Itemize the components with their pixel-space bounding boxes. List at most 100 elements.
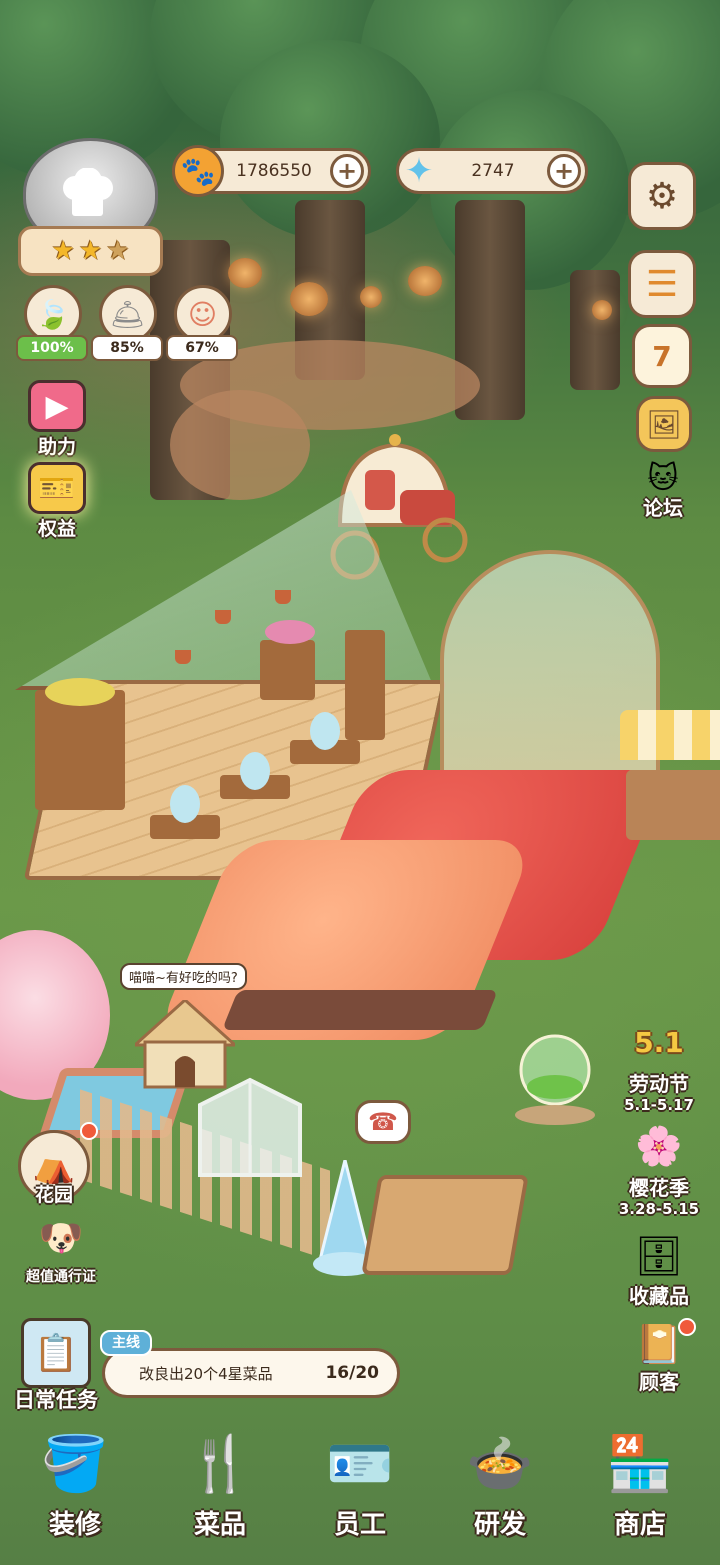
ticket-icon: 🎫 bbox=[28, 462, 86, 514]
nav-dishes-label: 菜品 bbox=[193, 1510, 246, 1540]
value-pass-button[interactable]: 🐶 超值通行证 bbox=[6, 1210, 116, 1286]
star-icon: ★ bbox=[106, 236, 130, 266]
hanging-lantern bbox=[290, 282, 328, 316]
daily-tasks-label: 日常任务 bbox=[14, 1388, 98, 1412]
nav-shop[interactable]: 🏪 商店 bbox=[585, 1418, 695, 1540]
plant bbox=[265, 620, 315, 644]
calendar-button[interactable]: 7 bbox=[632, 324, 692, 388]
stat-leaf-value: 100% bbox=[16, 335, 88, 361]
staff-badge-icon: 🪪 bbox=[326, 1432, 394, 1495]
hanging-lantern bbox=[360, 286, 382, 308]
main-quest-bar[interactable]: 改良出20个4星菜品 16/20 bbox=[102, 1348, 400, 1398]
nav-dishes[interactable]: 🍴 菜品 bbox=[165, 1418, 275, 1540]
star-icon: ★ bbox=[51, 236, 75, 266]
gem-bar: ✦ 2747 + bbox=[396, 148, 588, 194]
reception-counter bbox=[361, 1175, 529, 1275]
pass-dog-icon: 🐶 bbox=[38, 1218, 84, 1259]
tree-trunk bbox=[570, 270, 620, 390]
glass-gazebo bbox=[198, 1077, 302, 1177]
glowing-terrarium bbox=[515, 1034, 595, 1125]
star-icon: ★ bbox=[78, 236, 103, 266]
customers-label: 顾客 bbox=[639, 1370, 679, 1394]
gear-icon: ⚙ bbox=[645, 175, 679, 217]
plant-pot bbox=[275, 590, 291, 604]
glass-vase bbox=[240, 752, 270, 790]
assist-label: 助力 bbox=[37, 436, 76, 458]
garden-label: 花园 bbox=[34, 1184, 73, 1206]
forum-label: 论坛 bbox=[643, 496, 683, 520]
notification-dot bbox=[80, 1122, 98, 1140]
chef-hat-icon bbox=[63, 168, 113, 216]
daily-tasks-button[interactable]: 📋 日常任务 bbox=[6, 1318, 106, 1414]
add-gem-button[interactable]: + bbox=[547, 154, 581, 188]
cherry-blossom-icon: 🌸 bbox=[635, 1123, 683, 1168]
assist-button[interactable]: ▶ 助力 bbox=[22, 380, 92, 459]
main-quest-tag: 主线 bbox=[100, 1330, 152, 1356]
plant-pot bbox=[175, 650, 191, 664]
calendar-icon: 7 bbox=[652, 339, 672, 373]
plant-shelf bbox=[345, 630, 385, 740]
labor-day-event-icon: 5.1 bbox=[634, 1025, 684, 1059]
diamond-gem-icon: ✦ bbox=[404, 151, 434, 191]
video-play-icon: ▶ bbox=[28, 380, 86, 432]
cat-speech-bubble: 喵喵~有好吃的吗? bbox=[120, 963, 247, 990]
album-button[interactable]: 🖼 bbox=[636, 396, 692, 452]
paw-coin-icon: 🐾 bbox=[172, 145, 224, 197]
nav-staff[interactable]: 🪪 员工 bbox=[305, 1418, 415, 1540]
paint-bucket-icon: 🪣 bbox=[41, 1432, 109, 1495]
display-cabinet bbox=[260, 640, 315, 700]
collection-button[interactable]: 🗄 收藏品 bbox=[604, 1228, 714, 1309]
plant bbox=[45, 678, 115, 706]
market-stall bbox=[620, 710, 720, 850]
nav-decorate[interactable]: 🪣 装修 bbox=[20, 1418, 130, 1540]
rank-stars: ★ ★ ★ bbox=[18, 226, 163, 276]
photo-album-icon: 🖼 bbox=[646, 407, 682, 441]
phone-bubble: ☎ bbox=[355, 1100, 411, 1144]
settings-button[interactable]: ⚙ bbox=[628, 162, 696, 230]
stat-satisfaction-value: 67% bbox=[166, 335, 238, 361]
cabinet-icon: 🗄 bbox=[634, 1233, 684, 1278]
sakura-season-label: 樱花季 bbox=[629, 1176, 689, 1200]
labor-day-dates: 5.1-5.17 bbox=[624, 1096, 694, 1114]
plant-pot bbox=[215, 610, 231, 624]
rights-label: 权益 bbox=[37, 518, 76, 540]
customers-button[interactable]: 📔 顾客 bbox=[604, 1318, 714, 1394]
hanging-lantern bbox=[408, 266, 442, 296]
shop-icon: 🏪 bbox=[606, 1432, 674, 1495]
dirt-path bbox=[170, 390, 310, 500]
forum-cat-icon: 🐱 bbox=[647, 460, 679, 496]
rights-button[interactable]: 🎫 权益 bbox=[22, 462, 92, 541]
glass-vase bbox=[170, 785, 200, 823]
collection-label: 收藏品 bbox=[629, 1284, 689, 1308]
clipboard-icon: 📋 bbox=[21, 1318, 91, 1388]
labor-day-event-button[interactable]: 5.1 劳动节 5.1-5.17 bbox=[604, 1012, 714, 1115]
plant-shelf bbox=[35, 690, 125, 810]
quest-text: 改良出20个4星菜品 bbox=[139, 1364, 273, 1383]
nav-staff-label: 员工 bbox=[333, 1510, 386, 1540]
sakura-season-dates: 3.28-5.15 bbox=[618, 1200, 700, 1218]
fork-spoon-icon: 🍴 bbox=[186, 1432, 254, 1495]
notification-dot bbox=[678, 1318, 696, 1336]
hanging-lantern bbox=[592, 300, 612, 320]
hanging-lantern bbox=[228, 258, 262, 288]
chef-rank-avatar[interactable]: ★ ★ ★ bbox=[18, 138, 163, 278]
cooking-pot-icon: 🍲 bbox=[466, 1432, 534, 1495]
menu-button[interactable]: ☰ bbox=[628, 250, 696, 318]
garden-button[interactable]: ⛺ 花园 bbox=[14, 1122, 98, 1207]
quest-progress: 16/20 bbox=[325, 1363, 379, 1383]
nav-decorate-label: 装修 bbox=[48, 1510, 101, 1540]
stat-service-value: 85% bbox=[91, 335, 163, 361]
paw-coin-bar: 🐾 1786550 + bbox=[172, 145, 371, 197]
value-pass-label: 超值通行证 bbox=[26, 1269, 96, 1285]
add-paw-coin-button[interactable]: + bbox=[330, 154, 364, 188]
forum-button[interactable]: 🐱 论坛 bbox=[608, 460, 718, 521]
stat-leaf[interactable]: 🍃 100% bbox=[16, 285, 88, 363]
stat-service[interactable]: 🛎 85% bbox=[91, 285, 163, 363]
nav-shop-label: 商店 bbox=[613, 1510, 666, 1540]
nav-research-label: 研发 bbox=[473, 1510, 526, 1540]
nav-research[interactable]: 🍲 研发 bbox=[445, 1418, 555, 1540]
stat-satisfaction[interactable]: ☺ 67% bbox=[166, 285, 238, 363]
soil-row bbox=[221, 990, 499, 1030]
glass-vase bbox=[310, 712, 340, 750]
sakura-season-event-button[interactable]: 🌸 樱花季 3.28-5.15 bbox=[604, 1116, 714, 1219]
